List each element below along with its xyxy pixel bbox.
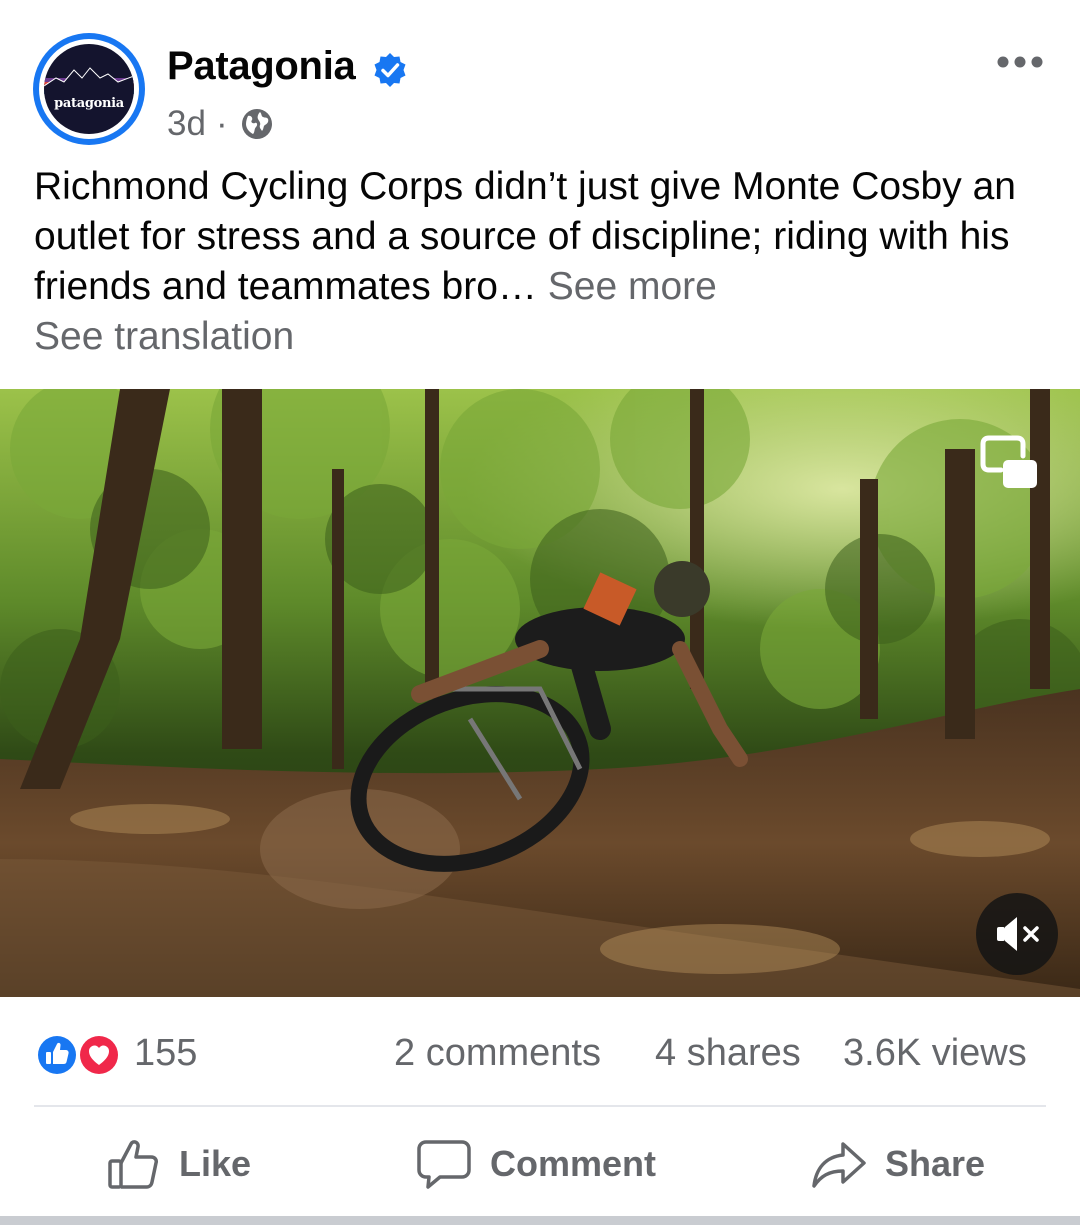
divider	[34, 1105, 1046, 1107]
post-timestamp[interactable]: 3d	[167, 104, 206, 144]
post-video[interactable]	[0, 389, 1080, 997]
see-more-link[interactable]: See more	[548, 265, 717, 308]
mute-toggle-button[interactable]	[976, 893, 1058, 975]
verified-badge-icon	[374, 53, 406, 87]
comment-icon	[417, 1140, 471, 1189]
reaction-count[interactable]: 155	[134, 1032, 197, 1075]
comment-button[interactable]: Comment	[416, 1136, 656, 1192]
video-frame	[0, 389, 1080, 997]
picture-in-picture-icon[interactable]	[979, 434, 1039, 490]
page-name[interactable]: Patagonia	[167, 44, 356, 89]
post-actions: Like Comment Share	[0, 1108, 1080, 1216]
share-button[interactable]: Share	[811, 1136, 985, 1192]
muted-speaker-icon	[997, 917, 1039, 951]
comment-label: Comment	[490, 1143, 657, 1184]
post-stats: 155 2 comments 4 shares 3.6K views	[0, 1026, 1080, 1086]
share-arrow-icon	[812, 1142, 866, 1188]
like-label: Like	[179, 1143, 252, 1184]
avatar-logo-text: patagonia	[54, 96, 124, 111]
post-text: Richmond Cycling Corps didn’t just give …	[34, 162, 1054, 312]
thumbs-up-icon	[108, 1140, 158, 1189]
shares-count[interactable]: 4 shares	[655, 1032, 801, 1075]
post-meta: 3d ·	[167, 104, 274, 144]
like-icon	[35, 1033, 79, 1077]
meta-separator: ·	[215, 104, 228, 143]
see-translation-link[interactable]: See translation	[34, 312, 294, 362]
love-icon	[77, 1033, 121, 1077]
share-label: Share	[885, 1143, 986, 1184]
views-count: 3.6K views	[843, 1032, 1027, 1074]
feed-separator	[0, 1216, 1080, 1225]
post-body-text: Richmond Cycling Corps didn’t just give …	[34, 165, 1016, 308]
reactions-icons[interactable]	[33, 1031, 125, 1079]
globe-icon	[241, 109, 272, 139]
post-header: patagonia Patagonia 3d ·	[0, 0, 1080, 160]
like-button[interactable]: Like	[105, 1136, 251, 1192]
page-avatar[interactable]: patagonia	[33, 33, 145, 145]
more-options-icon[interactable]	[995, 50, 1045, 74]
comments-count[interactable]: 2 comments	[394, 1032, 601, 1075]
patagonia-logo: patagonia	[44, 44, 134, 134]
